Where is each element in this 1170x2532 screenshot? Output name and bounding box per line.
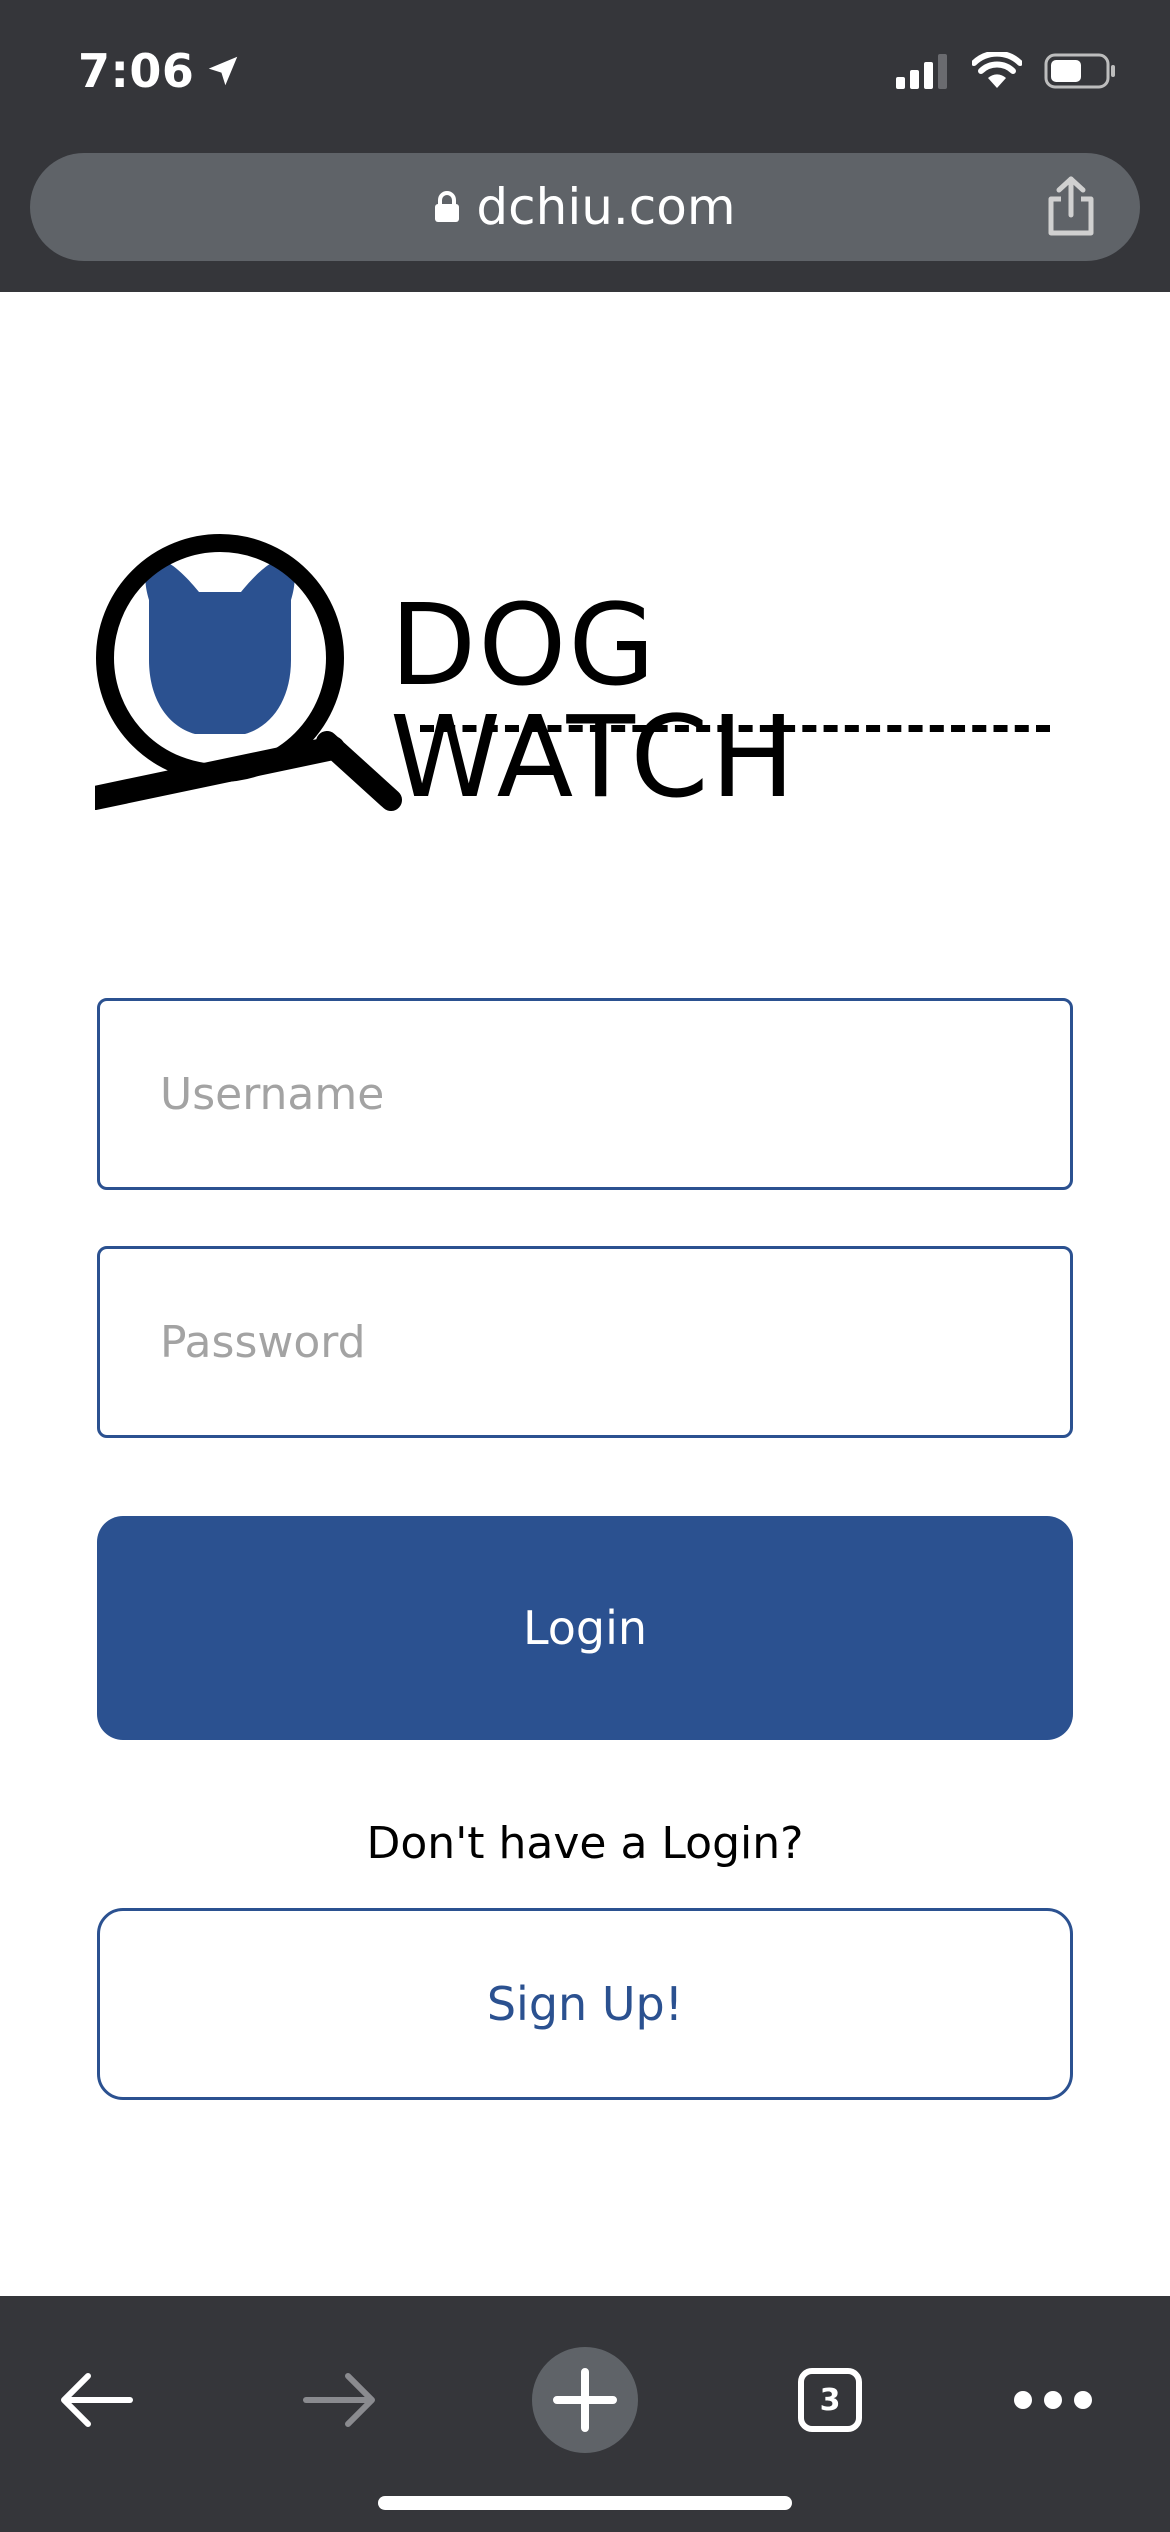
back-button[interactable] — [36, 2340, 156, 2460]
magnifier-dog-icon — [95, 534, 402, 811]
signup-button-label: Sign Up! — [486, 1977, 684, 2031]
logo-dashed-underline — [420, 725, 1050, 732]
more-menu-button[interactable] — [993, 2340, 1113, 2460]
lock-icon — [434, 191, 460, 223]
share-icon[interactable] — [1042, 175, 1100, 237]
username-field[interactable] — [97, 998, 1073, 1190]
login-button-label: Login — [522, 1601, 648, 1655]
logo-title: DOG WATCH — [390, 581, 797, 823]
wifi-icon — [972, 52, 1022, 90]
cellular-signal-icon — [896, 53, 950, 89]
signup-button[interactable]: Sign Up! — [97, 1908, 1073, 2100]
dog-watch-logo: DOG WATCH — [95, 530, 1065, 820]
more-icon — [1011, 2388, 1095, 2412]
username-input[interactable] — [100, 1001, 1070, 1187]
plus-icon — [553, 2368, 617, 2432]
new-tab-button[interactable] — [525, 2340, 645, 2460]
login-button[interactable]: Login — [97, 1516, 1073, 1740]
no-login-prompt: Don't have a Login? — [366, 1818, 804, 1869]
status-time-text: 7:06 — [78, 44, 195, 98]
new-tab-circle — [532, 2347, 638, 2453]
forward-button[interactable] — [280, 2340, 400, 2460]
status-icons — [896, 52, 1118, 90]
tab-count: 3 — [819, 2382, 841, 2418]
top-chrome: 7:06 dchiu.com — [0, 0, 1170, 292]
back-arrow-icon — [56, 2368, 136, 2432]
address-url[interactable]: dchiu.com — [30, 153, 1140, 261]
forward-arrow-icon — [300, 2368, 380, 2432]
tab-switcher-button[interactable]: 3 — [770, 2340, 890, 2460]
address-bar[interactable]: dchiu.com — [30, 153, 1140, 261]
bottom-toolbar: 3 — [0, 2296, 1170, 2532]
tabs-icon: 3 — [798, 2368, 862, 2432]
status-time: 7:06 — [78, 44, 242, 98]
home-indicator — [378, 2496, 792, 2510]
location-arrow-icon — [204, 52, 242, 90]
password-input[interactable] — [100, 1249, 1070, 1435]
battery-icon — [1044, 53, 1118, 89]
password-field[interactable] — [97, 1246, 1073, 1438]
address-domain: dchiu.com — [476, 178, 736, 236]
browser-window: 7:06 dchiu.com DOG WATCH Username Login … — [0, 0, 1170, 2532]
